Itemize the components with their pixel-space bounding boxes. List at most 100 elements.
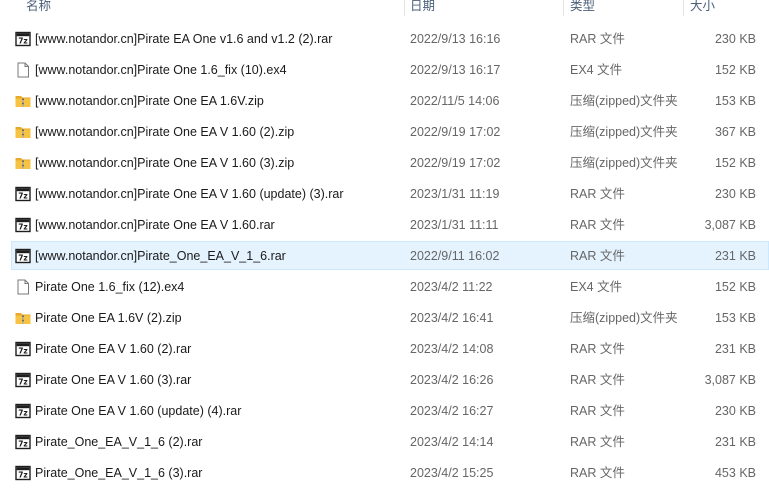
- file-name: [www.notandor.cn]Pirate_One_EA_V_1_6.rar: [35, 249, 286, 263]
- file-type: RAR 文件: [570, 249, 625, 263]
- file-type: RAR 文件: [570, 404, 625, 418]
- file-row[interactable]: Pirate One EA 1.6V (2).zip 2023/4/2 16:41…: [0, 303, 769, 334]
- file-size: 231 KB: [714, 435, 756, 449]
- file-size: 230 KB: [714, 187, 756, 201]
- blank-file-icon: [15, 279, 31, 295]
- rar-icon: 7z: [15, 31, 31, 47]
- file-date: 2023/1/31 11:19: [410, 187, 500, 201]
- file-date: 2023/4/2 16:26: [410, 373, 494, 387]
- file-name: [www.notandor.cn]Pirate One EA 1.6V.zip: [35, 94, 264, 108]
- column-type-header[interactable]: 类型: [566, 0, 595, 15]
- rar-icon: 7z: [15, 217, 31, 233]
- file-row[interactable]: 7z Pirate_One_EA_V_1_6 (2).rar 2023/4/2 14…: [0, 427, 769, 458]
- file-row[interactable]: [www.notandor.cn]Pirate One 1.6_fix (10)…: [0, 55, 769, 86]
- column-divider[interactable]: [404, 0, 405, 16]
- file-row[interactable]: 7z Pirate One EA V 1.60 (update) (4).rar 2…: [0, 396, 769, 427]
- file-size: 367 KB: [714, 125, 756, 139]
- file-name: Pirate One EA V 1.60 (3).rar: [35, 373, 192, 387]
- file-date: 2022/9/13 16:17: [410, 63, 501, 77]
- file-type: EX4 文件: [570, 280, 623, 294]
- file-date: 2022/9/19 17:02: [410, 125, 501, 139]
- file-size: 231 KB: [714, 249, 756, 263]
- file-date: 2023/4/2 16:41: [410, 311, 494, 325]
- svg-text:7z: 7z: [18, 378, 28, 387]
- column-size-header[interactable]: 大小: [686, 0, 715, 15]
- rar-icon: 7z: [15, 434, 31, 450]
- svg-text:7z: 7z: [18, 347, 28, 356]
- svg-text:7z: 7z: [18, 440, 28, 449]
- rar-icon: 7z: [15, 403, 31, 419]
- file-size: 152 KB: [714, 63, 756, 77]
- file-size: 230 KB: [714, 32, 756, 46]
- svg-text:7z: 7z: [18, 254, 28, 263]
- file-date: 2022/11/5 14:06: [410, 94, 500, 108]
- file-size: 152 KB: [714, 280, 756, 294]
- file-name: [www.notandor.cn]Pirate One EA V 1.60 (u…: [35, 187, 344, 201]
- file-type: RAR 文件: [570, 466, 625, 480]
- file-date: 2023/4/2 16:27: [410, 404, 494, 418]
- file-size: 3,087 KB: [704, 218, 756, 232]
- file-type: RAR 文件: [570, 218, 625, 232]
- file-size: 153 KB: [714, 94, 756, 108]
- file-row-selected[interactable]: 7z [www.notandor.cn]Pirate_One_EA_V_1_6.r…: [0, 241, 769, 272]
- file-type: 压缩(zipped)文件夹: [570, 125, 678, 139]
- rar-icon: 7z: [15, 186, 31, 202]
- file-row[interactable]: 7z [www.notandor.cn]Pirate One EA V 1.60 …: [0, 179, 769, 210]
- file-name: [www.notandor.cn]Pirate One EA V 1.60 (3…: [35, 156, 295, 170]
- file-date: 2023/4/2 11:22: [410, 280, 493, 294]
- blank-file-icon: [15, 62, 31, 78]
- file-name: Pirate_One_EA_V_1_6 (2).rar: [35, 435, 203, 449]
- svg-text:7z: 7z: [18, 192, 28, 201]
- file-row[interactable]: 7z [www.notandor.cn]Pirate EA One v1.6 an…: [0, 24, 769, 55]
- file-type: 压缩(zipped)文件夹: [570, 311, 678, 325]
- file-type: RAR 文件: [570, 32, 625, 46]
- file-row[interactable]: 7z Pirate One EA V 1.60 (3).rar 2023/4/2 1…: [0, 365, 769, 396]
- column-date-header[interactable]: 日期: [406, 0, 435, 15]
- file-row[interactable]: [www.notandor.cn]Pirate One EA 1.6V.zip 2…: [0, 86, 769, 117]
- file-size: 230 KB: [714, 404, 756, 418]
- file-name: [www.notandor.cn]Pirate EA One v1.6 and …: [35, 32, 333, 46]
- file-size: 453 KB: [714, 466, 756, 480]
- file-row[interactable]: [www.notandor.cn]Pirate One EA V 1.60 (3…: [0, 148, 769, 179]
- file-size: 231 KB: [714, 342, 756, 356]
- file-date: 2023/1/31 11:11: [410, 218, 499, 232]
- column-name-header[interactable]: 名称: [22, 0, 51, 15]
- rar-icon: 7z: [15, 341, 31, 357]
- file-name: Pirate One EA 1.6V (2).zip: [35, 311, 182, 325]
- file-name: [www.notandor.cn]Pirate One EA V 1.60 (2…: [35, 125, 295, 139]
- file-row[interactable]: 7z [www.notandor.cn]Pirate One EA V 1.60.…: [0, 210, 769, 241]
- svg-text:7z: 7z: [18, 223, 28, 232]
- file-name: Pirate One EA V 1.60 (update) (4).rar: [35, 404, 242, 418]
- file-date: 2023/4/2 14:14: [410, 435, 494, 449]
- rar-icon: 7z: [15, 465, 31, 481]
- file-list: 7z [www.notandor.cn]Pirate EA One v1.6 an…: [0, 24, 769, 489]
- zip-folder-icon: [15, 310, 31, 326]
- file-type: EX4 文件: [570, 63, 623, 77]
- file-type: RAR 文件: [570, 342, 625, 356]
- file-row[interactable]: 7z Pirate_One_EA_V_1_6 (3).rar 2023/4/2 15…: [0, 458, 769, 489]
- file-row[interactable]: 7z Pirate One EA V 1.60 (2).rar 2023/4/2 1…: [0, 334, 769, 365]
- file-type: RAR 文件: [570, 373, 625, 387]
- file-date: 2022/9/19 17:02: [410, 156, 501, 170]
- svg-text:7z: 7z: [18, 471, 28, 480]
- file-type: 压缩(zipped)文件夹: [570, 94, 678, 108]
- zip-folder-icon: [15, 155, 31, 171]
- svg-text:7z: 7z: [18, 409, 28, 418]
- file-name: Pirate One 1.6_fix (12).ex4: [35, 280, 185, 294]
- file-row[interactable]: Pirate One 1.6_fix (12).ex4 2023/4/2 11:2…: [0, 272, 769, 303]
- file-size: 153 KB: [714, 311, 756, 325]
- rar-icon: 7z: [15, 372, 31, 388]
- file-name: Pirate One EA V 1.60 (2).rar: [35, 342, 192, 356]
- column-divider[interactable]: [563, 0, 564, 16]
- file-name: [www.notandor.cn]Pirate One EA V 1.60.ra…: [35, 218, 275, 232]
- rar-icon: 7z: [15, 248, 31, 264]
- file-row[interactable]: [www.notandor.cn]Pirate One EA V 1.60 (2…: [0, 117, 769, 148]
- file-date: 2022/9/13 16:16: [410, 32, 501, 46]
- zip-folder-icon: [15, 124, 31, 140]
- file-date: 2023/4/2 14:08: [410, 342, 494, 356]
- svg-text:7z: 7z: [18, 37, 28, 46]
- file-size: 3,087 KB: [704, 373, 756, 387]
- column-divider[interactable]: [683, 0, 684, 16]
- file-date: 2023/4/2 15:25: [410, 466, 494, 480]
- file-date: 2022/9/11 16:02: [410, 249, 500, 263]
